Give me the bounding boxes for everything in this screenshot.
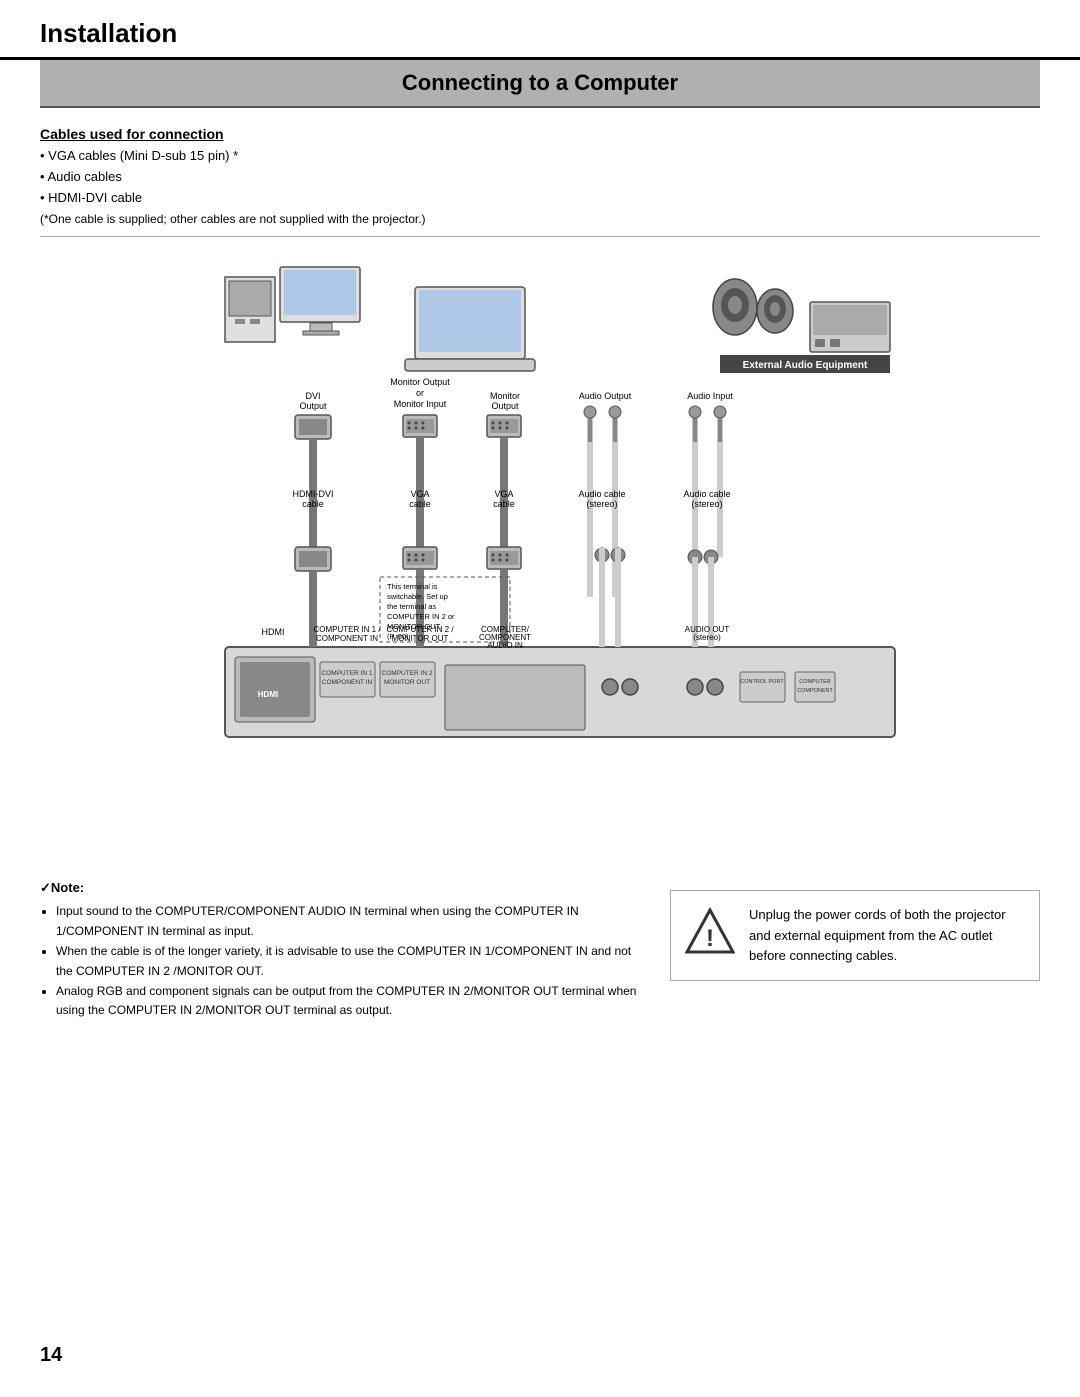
svg-text:cable: cable [409,499,431,509]
section-title: Connecting to a Computer [402,70,678,95]
svg-text:the terminal as: the terminal as [387,602,436,611]
page-title: Installation [40,18,1040,49]
note-section: ✓Note: Input sound to the COMPUTER/COMPO… [40,880,640,1021]
svg-text:Audio Input: Audio Input [687,391,733,401]
svg-text:switchable. Set up: switchable. Set up [387,592,448,601]
svg-text:(stereo): (stereo) [586,499,617,509]
notes-list: Input sound to the COMPUTER/COMPONENT AU… [40,902,640,1021]
svg-text:CONTROL PORT: CONTROL PORT [740,679,784,685]
note-heading: ✓Note: [40,880,640,896]
svg-text:(P. 50): (P. 50) [387,632,409,641]
cable-item-3: • HDMI-DVI cable [40,188,1040,209]
svg-text:!: ! [706,925,714,952]
cables-footnote: (*One cable is supplied; other cables ar… [40,212,1040,237]
cables-list: • VGA cables (Mini D-sub 15 pin) * • Aud… [40,146,1040,208]
svg-text:COMPUTER IN 1: COMPUTER IN 1 [322,670,373,677]
svg-text:VGA: VGA [410,489,429,499]
svg-text:HDMI: HDMI [258,690,278,699]
bottom-section: ✓Note: Input sound to the COMPUTER/COMPO… [0,880,1080,1021]
svg-text:External Audio Equipment: External Audio Equipment [743,360,868,371]
note-label: Note: [51,880,84,895]
warning-text: Unplug the power cords of both the proje… [749,905,1025,965]
svg-text:COMPONENT: COMPONENT [797,688,833,694]
page-header: Installation [0,0,1080,60]
svg-text:DVI: DVI [305,391,320,401]
svg-text:cable: cable [493,499,515,509]
svg-text:cable: cable [302,499,324,509]
cable-item-2: • Audio cables [40,167,1040,188]
svg-text:COMPUTER: COMPUTER [799,679,831,685]
connection-diagram: External Audio Equipment DVI Output Moni… [165,247,915,827]
note-item-1: Input sound to the COMPUTER/COMPONENT AU… [56,902,640,942]
svg-text:Output: Output [299,401,327,411]
cables-heading: Cables used for connection [40,126,1040,142]
svg-text:Audio Output: Audio Output [579,391,632,401]
svg-text:HDMI: HDMI [262,627,285,637]
warning-icon: ! [685,906,735,966]
svg-text:(stereo): (stereo) [691,499,722,509]
svg-text:COMPUTER IN 1 /: COMPUTER IN 1 / [313,625,381,634]
svg-text:COMPONENT IN: COMPONENT IN [316,634,378,643]
svg-text:MONITOR OUT.: MONITOR OUT. [387,622,441,631]
svg-text:MONITOR OUT: MONITOR OUT [384,679,430,686]
section-title-bar: Connecting to a Computer [40,60,1040,108]
cable-item-1: • VGA cables (Mini D-sub 15 pin) * [40,146,1040,167]
warning-triangle-icon: ! [685,906,735,956]
svg-text:or: or [416,388,424,398]
svg-text:Monitor Input: Monitor Input [394,399,447,409]
content-area: Cables used for connection • VGA cables … [0,108,1080,870]
note-check-mark: ✓ [40,880,51,895]
note-item-2: When the cable is of the longer variety,… [56,942,640,982]
svg-text:This terminal is: This terminal is [387,582,438,591]
svg-text:Monitor Output: Monitor Output [390,377,450,387]
svg-text:(stereo): (stereo) [693,633,721,642]
svg-text:COMPUTER IN 2 or: COMPUTER IN 2 or [387,612,455,621]
svg-text:HDMI-DVI: HDMI-DVI [293,489,334,499]
svg-text:Audio cable: Audio cable [683,489,730,499]
diagram-area: External Audio Equipment DVI Output Moni… [40,247,1040,830]
svg-text:Output: Output [491,401,519,411]
svg-text:Monitor: Monitor [490,391,520,401]
svg-text:Audio cable: Audio cable [578,489,625,499]
warning-box: ! Unplug the power cords of both the pro… [670,890,1040,980]
page-number: 14 [40,1344,62,1367]
diagram-svg-wrap: External Audio Equipment DVI Output Moni… [165,247,915,830]
svg-text:COMPUTER IN 2: COMPUTER IN 2 [382,670,433,677]
svg-text:COMPONENT IN: COMPONENT IN [322,679,373,686]
svg-text:VGA: VGA [494,489,513,499]
note-item-3: Analog RGB and component signals can be … [56,982,640,1022]
